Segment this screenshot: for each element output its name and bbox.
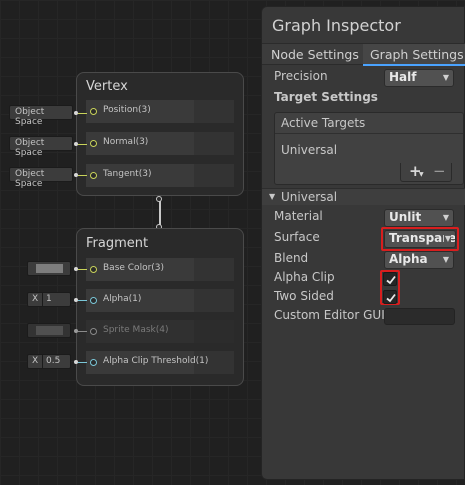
sprite-mask-wire (78, 331, 87, 332)
port-base-color: Base Color(3) (86, 258, 234, 281)
chevron-down-icon: ▼ (443, 234, 451, 243)
material-label: Material (274, 209, 323, 223)
port-position-connector[interactable] (90, 108, 97, 115)
list-footer: + ▼ − (400, 162, 452, 182)
material-dropdown[interactable]: Unlit ▼ (384, 209, 454, 227)
tangent-wire (78, 175, 87, 176)
chevron-down-icon: ▼ (442, 255, 449, 264)
port-position-label: Position(3) (103, 105, 151, 115)
port-alpha-clip-threshold-connector[interactable] (90, 359, 97, 366)
alpha-clip-threshold-wire (78, 362, 87, 363)
normal-space-field[interactable]: Object Space (9, 136, 73, 158)
target-settings-heading: Target Settings (274, 90, 378, 104)
port-alpha-clip-threshold-label: Alpha Clip Threshold(1) (103, 356, 209, 366)
vertex-block-title: Vertex (86, 79, 128, 94)
surface-label: Surface (274, 230, 320, 244)
alpha-input-field[interactable]: X 1 (27, 292, 71, 307)
surface-dropdown[interactable]: Transparent ▼ (384, 230, 456, 248)
port-normal-label: Normal(3) (103, 137, 149, 147)
active-target-item[interactable]: Universal (281, 143, 337, 157)
universal-foldout[interactable]: ▼ Universal (262, 188, 465, 205)
base-color-wire (78, 269, 87, 270)
checkmark-icon (386, 293, 396, 303)
port-normal-connector[interactable] (90, 140, 97, 147)
precision-label: Precision (274, 69, 328, 83)
port-alpha: Alpha(1) (86, 289, 234, 312)
precision-dropdown[interactable]: Half ▼ (384, 69, 454, 87)
two-sided-checkbox[interactable] (383, 290, 397, 304)
two-sided-label: Two Sided (274, 289, 334, 303)
port-position: Position(3) (86, 100, 234, 123)
custom-editor-gui-field[interactable] (384, 308, 455, 325)
active-targets-header: Active Targets (275, 113, 463, 134)
fragment-block-title: Fragment (86, 236, 149, 251)
chevron-down-icon: ▼ (442, 213, 449, 222)
fragment-block[interactable]: Fragment Base Color(3) Alpha(1) Sprite M… (76, 228, 244, 386)
inspector-title: Graph Inspector (272, 16, 401, 35)
alpha-wire (78, 300, 87, 301)
base-color-swatch-field[interactable] (27, 261, 71, 276)
custom-editor-gui-label: Custom Editor GUI (274, 308, 385, 322)
port-alpha-connector[interactable] (90, 297, 97, 304)
port-sprite-mask: Sprite Mask(4) (86, 320, 234, 343)
graph-inspector-panel[interactable]: Graph Inspector Node Settings Graph Sett… (261, 6, 465, 480)
blend-dropdown[interactable]: Alpha ▼ (384, 251, 454, 269)
chevron-down-icon: ▼ (419, 171, 424, 178)
base-color-swatch (36, 264, 63, 273)
alpha-clip-checkbox[interactable] (383, 272, 397, 286)
port-normal: Normal(3) (86, 132, 234, 155)
position-wire (78, 113, 87, 114)
vertex-block[interactable]: Vertex Position(3) Normal(3) Tangent(3) (76, 72, 244, 196)
checkmark-icon (386, 275, 396, 285)
normal-wire (78, 144, 87, 145)
sprite-mask-swatch-field[interactable] (27, 323, 71, 338)
sprite-mask-swatch (36, 326, 63, 335)
port-sprite-mask-connector[interactable] (90, 328, 97, 335)
block-link-top-knob (156, 196, 162, 202)
port-tangent-label: Tangent(3) (103, 169, 152, 179)
port-tangent-connector[interactable] (90, 172, 97, 179)
port-alpha-clip-threshold: Alpha Clip Threshold(1) (86, 351, 234, 374)
remove-target-button[interactable]: − (433, 162, 446, 180)
foldout-arrow-icon: ▼ (269, 192, 276, 201)
tab-graph-settings[interactable]: Graph Settings (363, 44, 465, 66)
port-base-color-label: Base Color(3) (103, 263, 165, 273)
port-base-color-connector[interactable] (90, 266, 97, 273)
alpha-clip-label: Alpha Clip (274, 270, 335, 284)
port-alpha-label: Alpha(1) (103, 294, 142, 304)
inspector-tabs: Node Settings Graph Settings (262, 43, 465, 66)
position-space-field[interactable]: Object Space (9, 105, 73, 127)
alpha-clip-threshold-input-field[interactable]: X 0.5 (27, 354, 71, 369)
blend-label: Blend (274, 251, 309, 265)
tangent-space-field[interactable]: Object Space (9, 167, 73, 189)
port-tangent: Tangent(3) (86, 164, 234, 187)
tab-node-settings[interactable]: Node Settings (262, 44, 362, 66)
port-sprite-mask-label: Sprite Mask(4) (103, 325, 169, 335)
chevron-down-icon: ▼ (442, 73, 449, 82)
